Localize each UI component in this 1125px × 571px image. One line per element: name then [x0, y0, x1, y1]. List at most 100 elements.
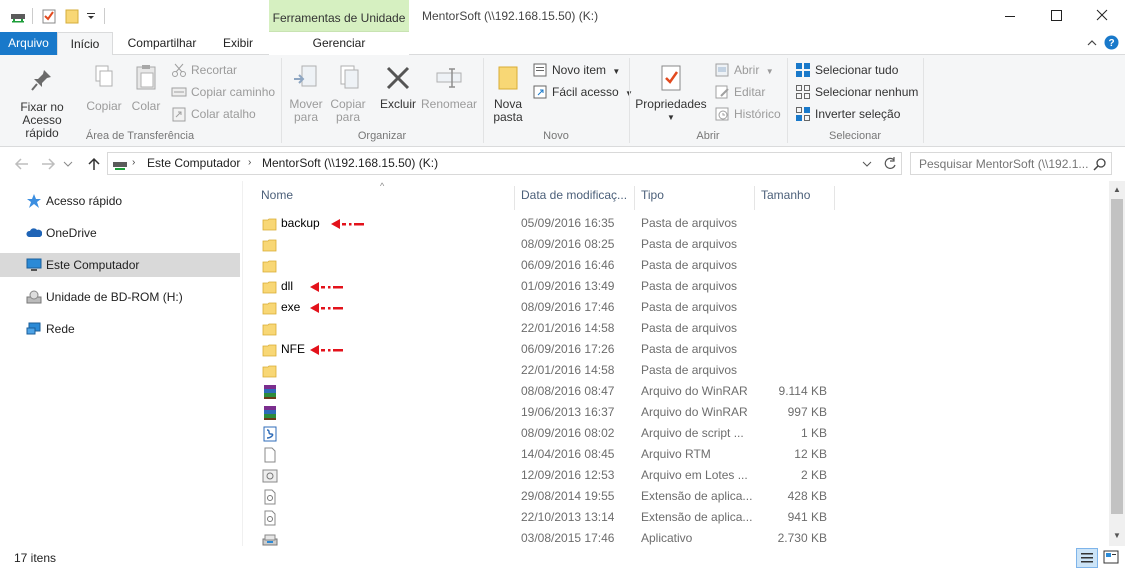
table-row[interactable]: 22/10/2013 13:14 Extensão de aplica... 941…: [243, 507, 1109, 528]
column-header-type[interactable]: Tipo: [635, 186, 755, 210]
easy-access-button[interactable]: Fácil acesso ▼: [532, 83, 633, 101]
tab-inicio[interactable]: Início: [57, 32, 113, 56]
file-type: Arquivo RTM: [641, 447, 711, 461]
back-button[interactable]: [12, 156, 32, 172]
nav-item-quick-access[interactable]: Acesso rápido: [0, 189, 240, 213]
table-row[interactable]: 22/01/2016 14:58 Pasta de arquivos: [243, 360, 1109, 381]
nav-item-bd-rom[interactable]: Unidade de BD-ROM (H:): [0, 285, 240, 309]
table-row[interactable]: backup 05/09/2016 16:35 Pasta de arquivos: [243, 213, 1109, 234]
refresh-button[interactable]: [879, 152, 902, 175]
nav-item-network[interactable]: Rede: [0, 317, 240, 341]
scissors-icon: [172, 63, 186, 77]
breadcrumb-este-computador[interactable]: Este Computador: [147, 156, 240, 170]
copy-button[interactable]: Copiar: [84, 63, 124, 113]
ribbon-tabs: Arquivo Início Compartilhar Exibir Geren…: [0, 32, 1125, 56]
scroll-down-icon[interactable]: ▼: [1113, 531, 1121, 540]
table-row[interactable]: 22/01/2016 14:58 Pasta de arquivos: [243, 318, 1109, 339]
copy-path-label: Copiar caminho: [191, 85, 276, 99]
new-folder-button[interactable]: Nova pasta: [490, 63, 526, 124]
drive-icon[interactable]: [10, 8, 26, 24]
scroll-up-icon[interactable]: ▲: [1113, 185, 1121, 194]
dropdown-arrow-icon: ▼: [765, 67, 774, 76]
address-field[interactable]: › Este Computador › MentorSoft (\\192.16…: [107, 152, 880, 175]
dropdown-arrow-icon: ▼: [667, 113, 675, 122]
up-button[interactable]: [84, 156, 104, 172]
minimize-button[interactable]: [987, 0, 1033, 32]
paste-shortcut-button[interactable]: Colar atalho: [171, 105, 256, 123]
rename-button[interactable]: Renomear: [421, 63, 477, 111]
scrollbar-thumb[interactable]: [1111, 199, 1123, 514]
file-date: 19/06/2013 16:37: [521, 405, 615, 419]
table-row[interactable]: 08/09/2016 08:25 Pasta de arquivos: [243, 234, 1109, 255]
recent-locations-button[interactable]: [62, 156, 74, 172]
table-row[interactable]: 14/04/2016 08:45 Arquivo RTM 12 KB: [243, 444, 1109, 465]
item-count: 17 itens: [14, 551, 57, 565]
tab-arquivo[interactable]: Arquivo: [0, 32, 57, 55]
new-folder-icon[interactable]: [64, 8, 80, 24]
dropdown-arrow-icon: ▼: [612, 67, 621, 76]
column-header-date[interactable]: Data de modificaç...: [515, 186, 635, 210]
history-button[interactable]: Histórico: [714, 105, 781, 123]
file-date: 05/09/2016 16:35: [521, 216, 615, 230]
cut-button[interactable]: Recortar: [171, 61, 237, 79]
batch-file-icon: [262, 469, 278, 483]
file-date: 29/08/2014 19:55: [521, 489, 615, 503]
search-icon[interactable]: [1093, 157, 1107, 171]
open-label: Abrir: [734, 63, 760, 77]
select-none-button[interactable]: Selecionar nenhum: [795, 83, 918, 101]
paste-button[interactable]: Colar: [128, 63, 164, 113]
window-title: MentorSoft (\\192.168.15.50) (K:): [422, 9, 599, 23]
move-to-button[interactable]: Mover para: [286, 63, 326, 124]
file-size: 9.114 KB: [778, 384, 827, 398]
address-dropdown-icon[interactable]: [860, 156, 874, 172]
collapse-ribbon-icon[interactable]: [1085, 36, 1099, 50]
table-row[interactable]: 12/09/2016 12:53 Arquivo em Lotes ... 2 KB: [243, 465, 1109, 486]
tab-compartilhar[interactable]: Compartilhar: [118, 32, 206, 55]
dll-file-icon: [264, 489, 276, 505]
vertical-scrollbar[interactable]: ▲ ▼: [1109, 181, 1125, 546]
large-icons-view-button[interactable]: [1101, 548, 1123, 568]
breadcrumb-mentorsoft[interactable]: MentorSoft (\\192.168.15.50) (K:): [262, 156, 438, 170]
table-row[interactable]: 19/06/2013 16:37 Arquivo do WinRAR 997 KB: [243, 402, 1109, 423]
table-row[interactable]: NFE 06/09/2016 17:26 Pasta de arquivos: [243, 339, 1109, 360]
column-header-size[interactable]: Tamanho: [755, 186, 835, 210]
search-box[interactable]: [910, 152, 1112, 175]
properties-button[interactable]: Propriedades ▼: [635, 63, 707, 124]
table-row[interactable]: dll 01/09/2016 13:49 Pasta de arquivos: [243, 276, 1109, 297]
table-row[interactable]: 29/08/2014 19:55 Extensão de aplica... 428…: [243, 486, 1109, 507]
file-type: Pasta de arquivos: [641, 342, 738, 356]
file-date: 22/01/2016 14:58: [521, 321, 615, 335]
copy-to-icon: [340, 65, 359, 89]
table-row[interactable]: 08/08/2016 08:47 Arquivo do WinRAR 9.114 K…: [243, 381, 1109, 402]
help-icon[interactable]: ?: [1104, 35, 1119, 50]
file-type: Pasta de arquivos: [641, 237, 738, 251]
column-header-name[interactable]: Nome: [255, 186, 515, 210]
delete-x-icon: [386, 66, 410, 90]
select-all-button[interactable]: Selecionar tudo: [795, 61, 898, 79]
new-item-button[interactable]: Novo item ▼: [532, 61, 620, 79]
copy-path-button[interactable]: Copiar caminho: [171, 83, 275, 101]
table-row[interactable]: 08/09/2016 08:02 Arquivo de script ... 1 K…: [243, 423, 1109, 444]
search-input[interactable]: [919, 157, 1089, 171]
star-icon: [27, 194, 41, 208]
delete-button[interactable]: Excluir: [376, 63, 420, 111]
forward-button[interactable]: [38, 156, 58, 172]
details-view-button[interactable]: [1076, 548, 1098, 568]
maximize-button[interactable]: [1033, 0, 1079, 32]
invert-selection-button[interactable]: Inverter seleção: [795, 105, 900, 123]
ribbon: Fixar no Acesso rápido Copiar Colar Reco…: [0, 55, 1125, 147]
nav-label: Acesso rápido: [46, 194, 123, 208]
edit-button[interactable]: Editar: [714, 83, 765, 101]
close-button[interactable]: [1079, 0, 1125, 32]
tab-gerenciar[interactable]: Gerenciar: [269, 32, 409, 55]
table-row[interactable]: 06/09/2016 16:46 Pasta de arquivos: [243, 255, 1109, 276]
table-row[interactable]: exe 08/09/2016 17:46 Pasta de arquivos: [243, 297, 1109, 318]
open-button[interactable]: Abrir ▼: [714, 61, 774, 79]
properties-check-icon[interactable]: [41, 8, 57, 24]
tab-exibir[interactable]: Exibir: [210, 32, 266, 55]
file-type: Extensão de aplica...: [641, 489, 753, 503]
qat-dropdown-icon[interactable]: [86, 8, 96, 24]
nav-item-this-pc[interactable]: Este Computador: [0, 253, 240, 277]
nav-item-onedrive[interactable]: OneDrive: [0, 221, 240, 245]
copy-to-button[interactable]: Copiar para: [328, 63, 368, 124]
